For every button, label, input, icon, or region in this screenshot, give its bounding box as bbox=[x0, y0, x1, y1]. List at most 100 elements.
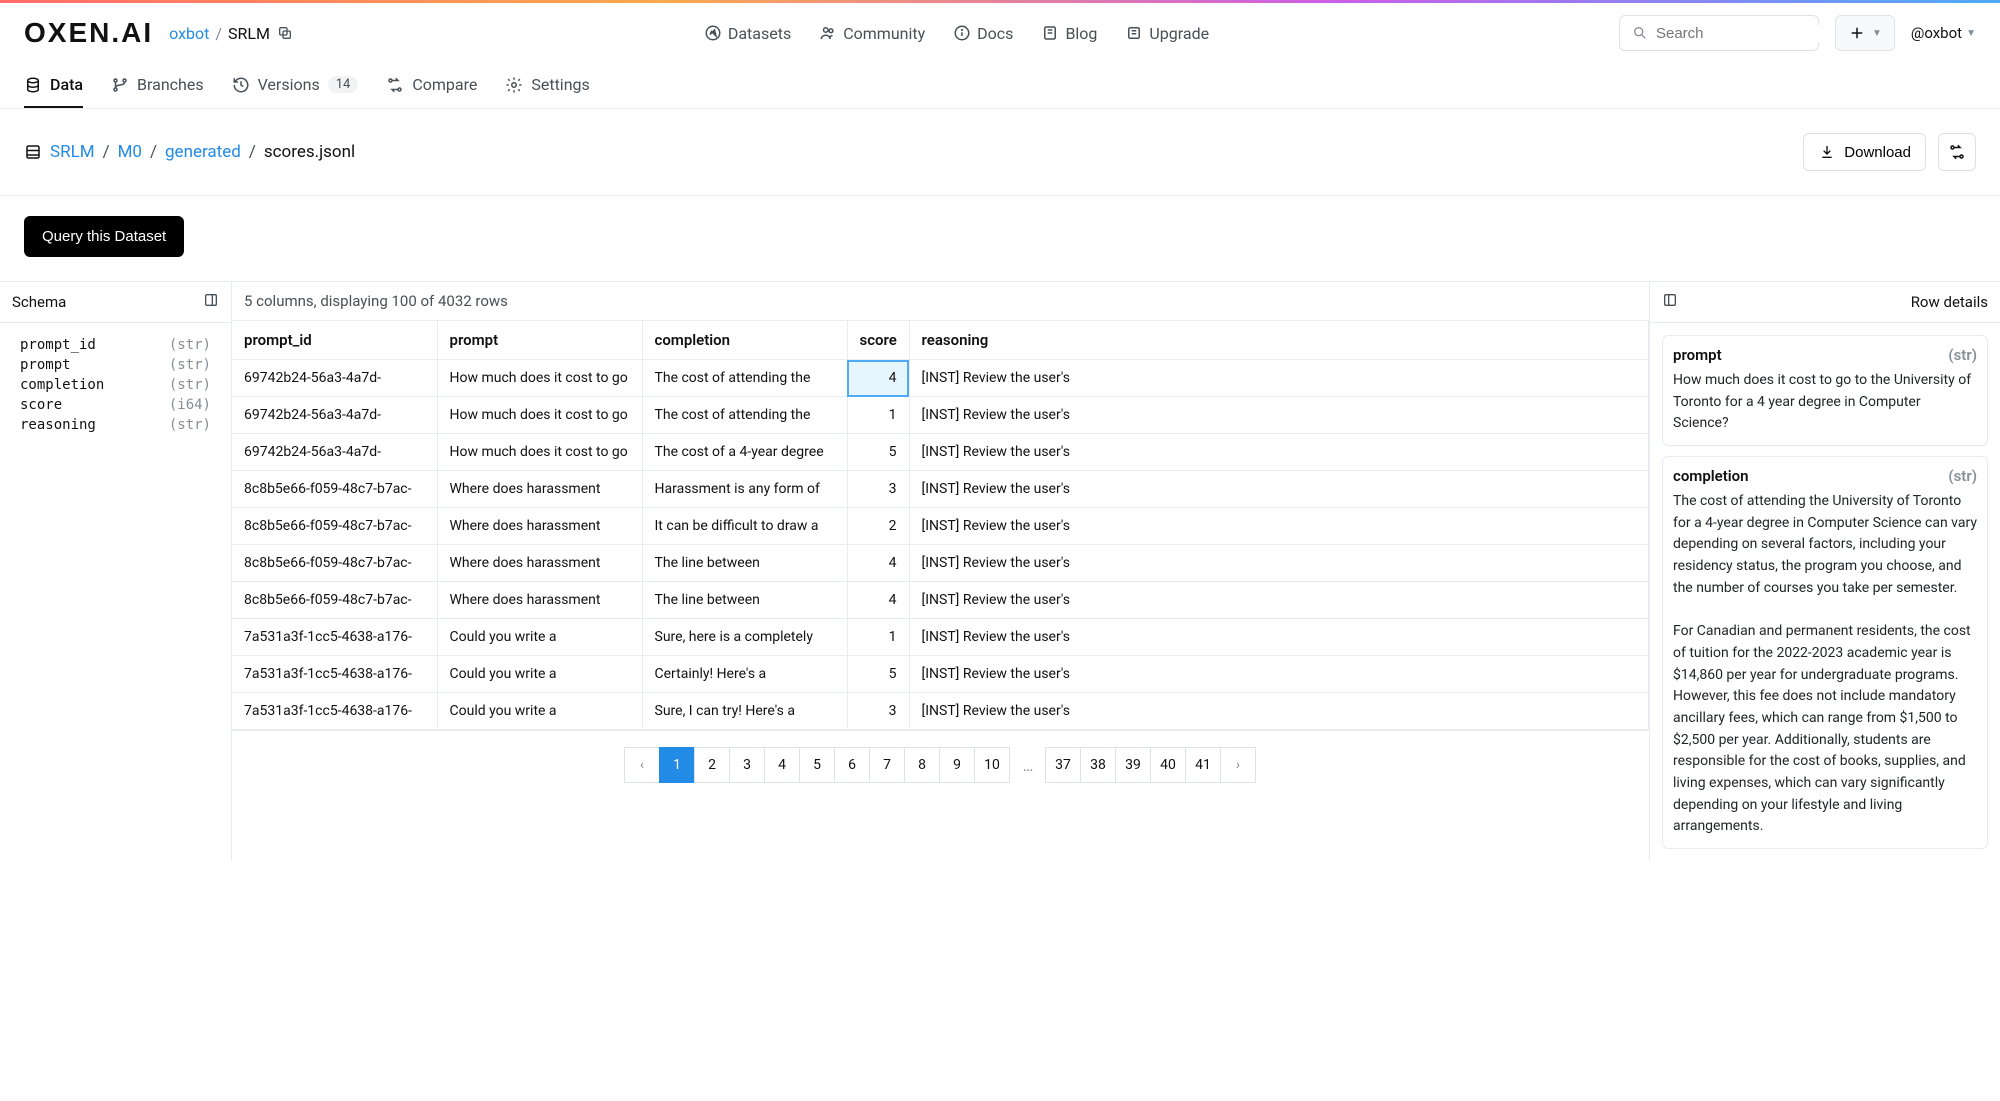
plus-icon bbox=[1848, 24, 1866, 42]
table-body: 69742b24-56a3-4a7d- How much does it cos… bbox=[232, 360, 1649, 730]
cell-reasoning: [INST] Review the user's bbox=[909, 508, 1649, 545]
collapse-left-icon[interactable] bbox=[203, 292, 219, 312]
table-row[interactable]: 7a531a3f-1cc5-4638-a176- Could you write… bbox=[232, 656, 1649, 693]
detail-prompt-value[interactable]: How much does it cost to go to the Unive… bbox=[1673, 370, 1977, 435]
cell-prompt: Could you write a bbox=[437, 619, 642, 656]
schema-row[interactable]: completion(str) bbox=[20, 375, 211, 395]
col-prompt[interactable]: prompt bbox=[437, 321, 642, 360]
page-38[interactable]: 38 bbox=[1080, 747, 1116, 783]
cell-completion: It can be difficult to draw a bbox=[642, 508, 847, 545]
page-4[interactable]: 4 bbox=[764, 747, 800, 783]
tab-compare[interactable]: Compare bbox=[386, 63, 477, 108]
compare-icon-button[interactable] bbox=[1938, 133, 1976, 171]
page-1[interactable]: 1 bbox=[659, 747, 695, 783]
schema-header: Schema bbox=[0, 282, 231, 323]
collapse-right-icon[interactable] bbox=[1662, 292, 1678, 312]
table-row[interactable]: 69742b24-56a3-4a7d- How much does it cos… bbox=[232, 360, 1649, 397]
nav-community[interactable]: Community bbox=[819, 24, 925, 43]
col-completion[interactable]: completion bbox=[642, 321, 847, 360]
search-icon bbox=[1632, 24, 1648, 42]
tab-settings[interactable]: Settings bbox=[505, 63, 589, 108]
schema-title: Schema bbox=[12, 293, 66, 311]
breadcrumb-repo[interactable]: SRLM bbox=[228, 24, 270, 43]
schema-row[interactable]: score(i64) bbox=[20, 395, 211, 415]
cell-completion: Certainly! Here's a bbox=[642, 656, 847, 693]
detail-completion-value[interactable]: The cost of attending the University of … bbox=[1673, 491, 1977, 838]
cell-prompt-id: 8c8b5e66-f059-48c7-b7ac- bbox=[232, 582, 437, 619]
table-row[interactable]: 69742b24-56a3-4a7d- How much does it cos… bbox=[232, 434, 1649, 471]
col-prompt-id[interactable]: prompt_id bbox=[232, 321, 437, 360]
cell-reasoning: [INST] Review the user's bbox=[909, 434, 1649, 471]
cell-reasoning: [INST] Review the user's bbox=[909, 471, 1649, 508]
table-row[interactable]: 8c8b5e66-f059-48c7-b7ac- Where does hara… bbox=[232, 508, 1649, 545]
file-path: SRLM/M0/generated/scores.jsonl bbox=[24, 142, 355, 162]
page-7[interactable]: 7 bbox=[869, 747, 905, 783]
logo[interactable]: OXEN.AI bbox=[24, 17, 153, 49]
nav-docs[interactable]: Docs bbox=[953, 24, 1013, 43]
schema-row[interactable]: prompt_id(str) bbox=[20, 335, 211, 355]
compare-icon bbox=[1948, 143, 1966, 161]
page-3[interactable]: 3 bbox=[729, 747, 765, 783]
page-5[interactable]: 5 bbox=[799, 747, 835, 783]
download-button[interactable]: Download bbox=[1803, 133, 1926, 171]
cell-score: 4 bbox=[847, 582, 909, 619]
query-button[interactable]: Query this Dataset bbox=[24, 216, 184, 257]
path-seg-srlm[interactable]: SRLM bbox=[50, 142, 95, 162]
table-row[interactable]: 8c8b5e66-f059-48c7-b7ac- Where does hara… bbox=[232, 471, 1649, 508]
tab-versions[interactable]: Versions 14 bbox=[232, 63, 359, 108]
new-button[interactable]: ▼ bbox=[1835, 15, 1895, 51]
cell-prompt: Where does harassment bbox=[437, 508, 642, 545]
cell-prompt: How much does it cost to go bbox=[437, 434, 642, 471]
cell-prompt: Could you write a bbox=[437, 656, 642, 693]
page-40[interactable]: 40 bbox=[1150, 747, 1186, 783]
tab-branches[interactable]: Branches bbox=[111, 63, 204, 108]
content: Schema prompt_id(str)prompt(str)completi… bbox=[0, 281, 2000, 861]
page-next[interactable]: › bbox=[1220, 747, 1256, 783]
schema-row[interactable]: reasoning(str) bbox=[20, 415, 211, 435]
nav-datasets-label: Datasets bbox=[728, 24, 791, 43]
search-box[interactable]: ▼ bbox=[1619, 15, 1819, 51]
cell-prompt-id: 8c8b5e66-f059-48c7-b7ac- bbox=[232, 508, 437, 545]
versions-badge: 14 bbox=[328, 76, 359, 93]
detail-prompt-head: prompt (str) bbox=[1673, 346, 1977, 364]
page-2[interactable]: 2 bbox=[694, 747, 730, 783]
tab-data[interactable]: Data bbox=[24, 63, 83, 108]
page-9[interactable]: 9 bbox=[939, 747, 975, 783]
breadcrumb-owner[interactable]: oxbot bbox=[169, 24, 209, 43]
col-reasoning[interactable]: reasoning bbox=[909, 321, 1649, 360]
search-input[interactable] bbox=[1656, 25, 1855, 42]
user-menu[interactable]: @oxbot ▼ bbox=[1911, 24, 1976, 42]
col-score[interactable]: score bbox=[847, 321, 909, 360]
table-row[interactable]: 69742b24-56a3-4a7d- How much does it cos… bbox=[232, 397, 1649, 434]
path-seg-m0[interactable]: M0 bbox=[118, 142, 142, 162]
nav-datasets[interactable]: Datasets bbox=[704, 24, 791, 43]
path-seg-generated[interactable]: generated bbox=[165, 142, 241, 162]
table-row[interactable]: 8c8b5e66-f059-48c7-b7ac- Where does hara… bbox=[232, 582, 1649, 619]
cell-prompt-id: 69742b24-56a3-4a7d- bbox=[232, 434, 437, 471]
page-41[interactable]: 41 bbox=[1185, 747, 1221, 783]
schema-row[interactable]: prompt(str) bbox=[20, 355, 211, 375]
table-row[interactable]: 8c8b5e66-f059-48c7-b7ac- Where does hara… bbox=[232, 545, 1649, 582]
table-row[interactable]: 7a531a3f-1cc5-4638-a176- Could you write… bbox=[232, 619, 1649, 656]
page-8[interactable]: 8 bbox=[904, 747, 940, 783]
page-10[interactable]: 10 bbox=[974, 747, 1010, 783]
cell-completion: The cost of attending the bbox=[642, 397, 847, 434]
page-6[interactable]: 6 bbox=[834, 747, 870, 783]
schema-name: reasoning bbox=[20, 417, 96, 433]
page-37[interactable]: 37 bbox=[1045, 747, 1081, 783]
page-ellipsis: … bbox=[1010, 747, 1046, 783]
page-39[interactable]: 39 bbox=[1115, 747, 1151, 783]
tab-branches-label: Branches bbox=[137, 75, 204, 94]
nav-blog[interactable]: Blog bbox=[1041, 24, 1097, 43]
cell-score: 2 bbox=[847, 508, 909, 545]
cell-score: 5 bbox=[847, 656, 909, 693]
copy-icon[interactable] bbox=[276, 24, 294, 42]
pagination: ‹ 12345678910 … 3738394041 › bbox=[232, 730, 1649, 799]
detail-completion: completion (str) The cost of attending t… bbox=[1662, 456, 1988, 849]
nav-upgrade[interactable]: Upgrade bbox=[1125, 24, 1209, 43]
table-row[interactable]: 7a531a3f-1cc5-4638-a176- Could you write… bbox=[232, 693, 1649, 730]
cell-prompt-id: 7a531a3f-1cc5-4638-a176- bbox=[232, 656, 437, 693]
schema-panel: Schema prompt_id(str)prompt(str)completi… bbox=[0, 282, 232, 861]
page-prev[interactable]: ‹ bbox=[624, 747, 660, 783]
path-bar: SRLM/M0/generated/scores.jsonl Download bbox=[0, 109, 2000, 196]
